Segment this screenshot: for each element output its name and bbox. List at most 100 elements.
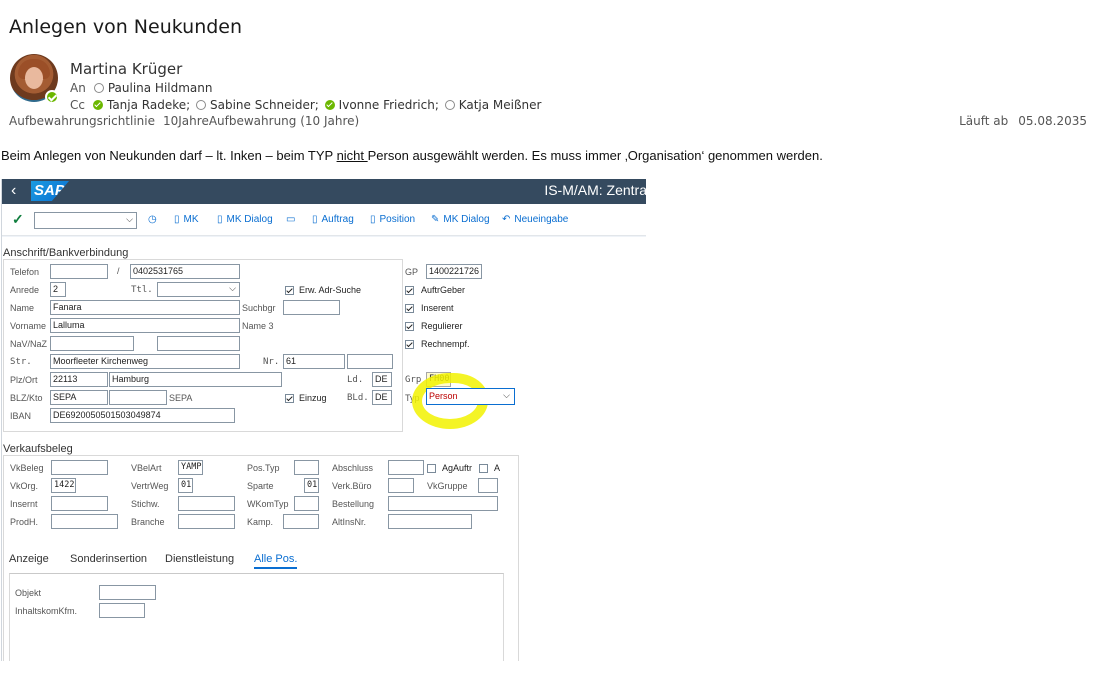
mk-dialog-label: MK Dialog: [226, 214, 273, 225]
inhaltskom-field[interactable]: [99, 603, 145, 618]
verkbuero-field[interactable]: [388, 478, 414, 493]
vkbeleg-field[interactable]: [51, 460, 108, 475]
navnaz-label: NaV/NaZ: [10, 339, 48, 349]
recipient-paulina[interactable]: Paulina Hildmann: [108, 81, 213, 95]
auftrgeber-label: AuftrGeber: [421, 285, 466, 295]
vbelart-field[interactable]: YAMP: [178, 460, 203, 475]
recipient-sabine[interactable]: Sabine Schneider;: [210, 98, 319, 112]
wkomtyp-label: WKomTyp: [247, 499, 289, 509]
pencil-icon: ✎: [431, 214, 440, 225]
recipient-ivonne[interactable]: Ivonne Friedrich;: [339, 98, 439, 112]
ttl-dropdown[interactable]: ⌵: [157, 282, 240, 297]
sender-name[interactable]: Martina Krüger: [70, 60, 182, 78]
sepa-label: SEPA: [169, 393, 193, 403]
telefon-label: Telefon: [10, 267, 40, 277]
konto-field[interactable]: [109, 390, 167, 405]
document-icon: ▯: [312, 214, 318, 225]
tab-anzeige[interactable]: Anzeige: [9, 553, 49, 565]
name-field[interactable]: Fanara: [50, 300, 240, 315]
house-number-ext-field[interactable]: [347, 354, 393, 369]
chevron-down-icon: ⌵: [229, 283, 236, 293]
telefon-prefix-field[interactable]: [50, 264, 108, 279]
screen-icon[interactable]: ▭: [286, 214, 295, 225]
iban-field[interactable]: DE69200505015030498​74: [50, 408, 235, 423]
mk-button[interactable]: ▯ MK: [174, 214, 199, 225]
regulierer-checkbox[interactable]: [405, 322, 414, 331]
position-button[interactable]: ▯ Position: [370, 214, 415, 225]
naz-field[interactable]: [157, 336, 240, 351]
vkgruppe-field[interactable]: [478, 478, 498, 493]
command-field[interactable]: ⌵: [34, 212, 137, 229]
bundesland-field[interactable]: DE: [372, 390, 392, 405]
postyp-field[interactable]: [294, 460, 319, 475]
sap-app-title: IS-M/AM: Zentra: [544, 182, 646, 198]
typ-dropdown[interactable]: Person ⌵: [426, 388, 515, 405]
ort-field[interactable]: Hamburg: [109, 372, 282, 387]
insernt-field[interactable]: [51, 496, 108, 511]
altinsnr-field[interactable]: [388, 514, 472, 529]
telefon-separator: /: [117, 266, 120, 276]
prodh-field[interactable]: [51, 514, 118, 529]
sparte-field[interactable]: 01: [304, 478, 319, 493]
inserent-checkbox[interactable]: [405, 304, 414, 313]
house-number-field[interactable]: 61: [283, 354, 345, 369]
iban-label: IBAN: [10, 411, 32, 421]
auftrag-label: Auftrag: [321, 214, 354, 225]
presence-available-icon: [45, 90, 59, 104]
checkmark-icon[interactable]: ✓: [12, 211, 24, 228]
vorname-field[interactable]: Lalluma: [50, 318, 240, 333]
mk-dialog-button[interactable]: ▯ MK Dialog: [217, 214, 273, 225]
suchbgr-field[interactable]: [283, 300, 340, 315]
wkomtyp-field[interactable]: [294, 496, 319, 511]
tab-sonderinsertion[interactable]: Sonderinsertion: [70, 553, 147, 565]
anrede-field[interactable]: 2: [50, 282, 66, 297]
land-field[interactable]: DE: [372, 372, 392, 387]
body-part1: Beim Anlegen von Neukunden darf – lt. In…: [1, 148, 337, 163]
plz-field[interactable]: 22113: [50, 372, 108, 387]
document-icon: ▯: [174, 214, 180, 225]
str-label: Str.: [10, 357, 32, 367]
gp-label: GP: [405, 267, 419, 277]
suchbgr-label: Suchbgr: [242, 303, 276, 313]
blzkto-label: BLZ/Kto: [10, 393, 43, 403]
tab-dienstleistung[interactable]: Dienstleistung: [165, 553, 234, 565]
mk-dialog-edit-button[interactable]: ✎ MK Dialog: [431, 214, 490, 225]
neueingabe-button[interactable]: ↶ Neueingabe: [502, 214, 568, 225]
branche-field[interactable]: [178, 514, 235, 529]
prodh-label: ProdH.: [10, 517, 39, 527]
auftrag-button[interactable]: ▯ Auftrag: [312, 214, 354, 225]
vkbeleg-label: VkBeleg: [10, 463, 44, 473]
document-icon: ▯: [217, 214, 223, 225]
auftrgeber-checkbox[interactable]: [405, 286, 414, 295]
erw-adr-suche-checkbox[interactable]: [285, 286, 294, 295]
back-icon[interactable]: ‹: [11, 182, 16, 200]
gp-field[interactable]: 1400221726: [426, 264, 482, 279]
vertrweg-field[interactable]: 01: [178, 478, 193, 493]
recipient-tanja[interactable]: Tanja Radeke;: [107, 98, 190, 112]
nav-field[interactable]: [50, 336, 134, 351]
objekt-field[interactable]: [99, 585, 156, 600]
stichw-field[interactable]: [178, 496, 235, 511]
typ-value: Person: [429, 391, 458, 401]
street-field[interactable]: Moorfleeter Kirchenweg: [50, 354, 240, 369]
undo-icon: ↶: [502, 214, 511, 225]
telefon-field[interactable]: 0402531765: [130, 264, 240, 279]
bestellung-field[interactable]: [388, 496, 498, 511]
vkorg-field[interactable]: 1422: [51, 478, 76, 493]
abschluss-field[interactable]: [388, 460, 424, 475]
a-checkbox[interactable]: [479, 464, 488, 473]
erw-adr-suche-label: Erw. Adr-Suche: [299, 285, 362, 295]
sap-form-area: Anschrift/Bankverbindung Telefon / 04025…: [2, 237, 646, 661]
blz-field[interactable]: SEPA: [50, 390, 108, 405]
rechnempf-checkbox[interactable]: [405, 340, 414, 349]
tab-alle-pos[interactable]: Alle Pos.: [254, 553, 298, 569]
inhaltskom-label: InhaltskomKfm.: [15, 606, 78, 616]
history-icon[interactable]: ◷: [148, 214, 157, 225]
retention-policy[interactable]: Aufbewahrungsrichtlinie 10JahreAufbewahru…: [9, 114, 359, 128]
chevron-down-icon: ⌵: [126, 214, 133, 224]
agauftr-checkbox[interactable]: [427, 464, 436, 473]
recipient-katja[interactable]: Katja Meißner: [459, 98, 542, 112]
kamp-field[interactable]: [283, 514, 319, 529]
einzug-checkbox[interactable]: [285, 394, 294, 403]
bestellung-label: Bestellung: [332, 499, 375, 509]
